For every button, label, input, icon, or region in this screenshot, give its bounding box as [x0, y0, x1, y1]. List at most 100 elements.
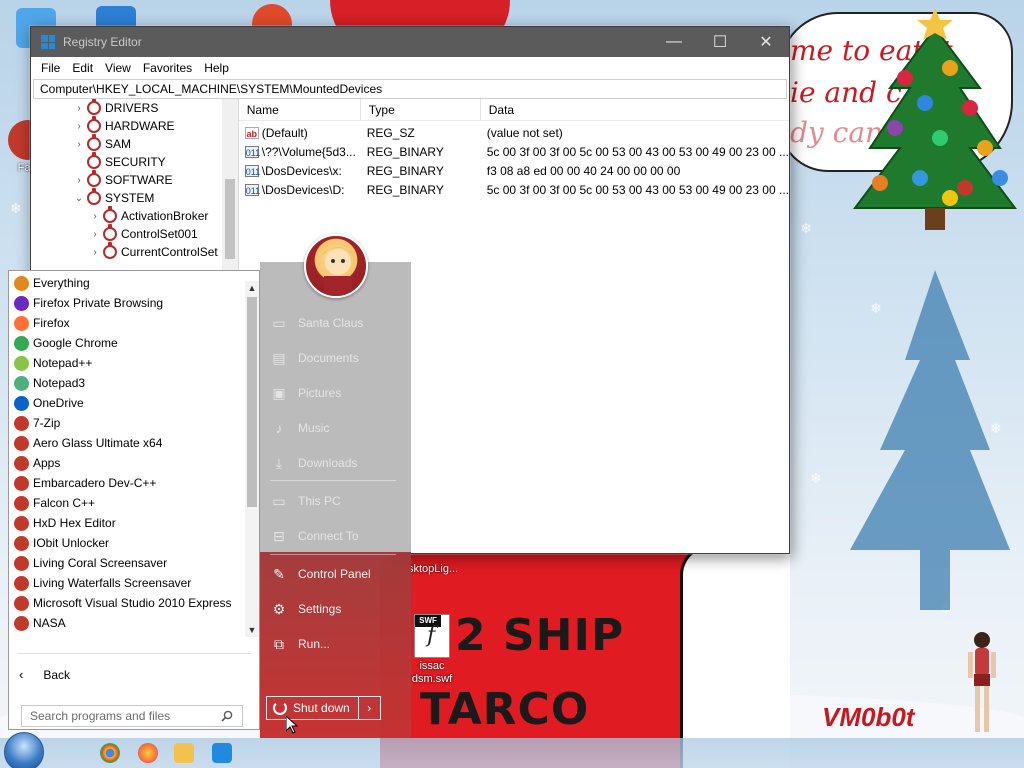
- program-label: Living Waterfalls Screensaver: [33, 576, 192, 590]
- registry-value-row[interactable]: 011 \DosDevices\x: REG_BINARY f3 08 a8 ed 0…: [239, 161, 789, 180]
- program-label: 7-Zip: [33, 416, 61, 430]
- program-item[interactable]: Google Chrome: [9, 333, 245, 353]
- program-item[interactable]: Microsoft Visual Studio 2010 Express: [9, 593, 245, 613]
- tree-node[interactable]: SECURITY: [31, 152, 238, 171]
- program-label: Apps: [33, 456, 61, 470]
- mouse-cursor-icon: [286, 716, 298, 734]
- regedit-taskbar-icon[interactable]: [212, 743, 232, 763]
- search-input[interactable]: Search programs and files: [21, 705, 243, 727]
- start-orb-button[interactable]: [4, 732, 44, 768]
- chrome-icon[interactable]: [100, 743, 120, 763]
- program-item[interactable]: Embarcadero Dev-C++: [9, 473, 245, 493]
- address-bar[interactable]: Computer\HKEY_LOCAL_MACHINE\SYSTEM\Mount…: [33, 79, 787, 99]
- registry-key-icon: [103, 206, 117, 223]
- expand-chevron-icon[interactable]: ›: [89, 211, 101, 222]
- tree-node[interactable]: › SAM: [31, 134, 238, 153]
- shutdown-options-button[interactable]: ›: [358, 696, 381, 720]
- program-item[interactable]: Firefox Private Browsing: [9, 293, 245, 313]
- value-name-cell: 011 \DosDevices\x:: [239, 164, 361, 178]
- file-explorer-icon[interactable]: [174, 743, 194, 763]
- place-item-music[interactable]: ♪ Music: [270, 415, 404, 441]
- tree-node-label: SOFTWARE: [105, 173, 173, 187]
- place-item-settings[interactable]: ⚙ Settings: [270, 596, 404, 622]
- program-item[interactable]: 7-Zip: [9, 413, 245, 433]
- flash-glyph: f: [427, 623, 436, 648]
- expand-chevron-icon[interactable]: ›: [73, 175, 85, 186]
- scroll-up-arrow-icon[interactable]: ▲: [245, 281, 259, 295]
- program-item[interactable]: Everything: [9, 273, 245, 293]
- firefox-icon[interactable]: [138, 743, 158, 763]
- registry-value-row[interactable]: 011 \??\Volume{5d3... REG_BINARY 5c 00 3f 0…: [239, 142, 789, 161]
- registry-value-row[interactable]: 011 \DosDevices\D: REG_BINARY 5c 00 3f 00 3…: [239, 180, 789, 199]
- expand-chevron-icon[interactable]: ›: [89, 247, 101, 258]
- registry-value-row[interactable]: ab (Default) REG_SZ (value not set): [239, 123, 789, 142]
- program-item[interactable]: NASA: [9, 613, 245, 633]
- tree-node[interactable]: › DRIVERS: [31, 99, 238, 117]
- program-label: Google Chrome: [33, 336, 118, 350]
- place-item-pictures[interactable]: ▣ Pictures: [270, 380, 404, 406]
- program-app-icon: [14, 315, 29, 331]
- minimize-button[interactable]: —: [651, 27, 697, 57]
- program-item[interactable]: Notepad++: [9, 353, 245, 373]
- place-item-santa-claus[interactable]: ▭ Santa Claus: [270, 310, 404, 336]
- banner-stripe-decoration: [680, 545, 790, 768]
- expand-chevron-icon[interactable]: ›: [73, 121, 85, 132]
- place-item-connect-to[interactable]: ⊟ Connect To: [270, 523, 404, 549]
- scrollbar-thumb[interactable]: [224, 179, 235, 259]
- programs-scrollbar[interactable]: ▲ ▼: [245, 281, 259, 637]
- program-item[interactable]: Apps: [9, 453, 245, 473]
- column-header-type[interactable]: Type: [361, 99, 481, 120]
- program-item[interactable]: HxD Hex Editor: [9, 513, 245, 533]
- program-item[interactable]: Falcon C++: [9, 493, 245, 513]
- back-button[interactable]: ‹ Back: [19, 667, 70, 682]
- menu-edit[interactable]: Edit: [66, 61, 99, 75]
- menu-file[interactable]: File: [35, 61, 66, 75]
- expand-chevron-icon[interactable]: ›: [89, 229, 101, 240]
- close-button[interactable]: ✕: [743, 27, 789, 57]
- place-item-downloads[interactable]: ⤓ Downloads: [270, 450, 404, 476]
- program-item[interactable]: Notepad3: [9, 373, 245, 393]
- shutdown-button[interactable]: Shut down: [266, 696, 359, 720]
- expand-chevron-icon[interactable]: ›: [73, 103, 85, 114]
- place-item-run[interactable]: ⧉ Run...: [270, 631, 404, 657]
- title-bar[interactable]: Registry Editor — ☐ ✕: [31, 27, 789, 57]
- tree-node[interactable]: › ControlSet001: [31, 224, 238, 243]
- tree-node[interactable]: ⌄ SYSTEM: [31, 188, 238, 207]
- places-divider: [270, 480, 396, 481]
- tree-node[interactable]: › HARDWARE: [31, 116, 238, 135]
- column-header-data[interactable]: Data: [481, 99, 789, 120]
- signature-text: VM0b0t: [822, 702, 915, 732]
- registry-key-icon: [87, 152, 101, 169]
- maximize-button[interactable]: ☐: [697, 27, 743, 57]
- place-item-control-panel[interactable]: ✎ Control Panel: [270, 561, 404, 587]
- program-app-icon: [14, 435, 29, 451]
- tree-node[interactable]: › SOFTWARE: [31, 170, 238, 189]
- expand-chevron-icon[interactable]: ⌄: [73, 193, 85, 204]
- scrollbar-thumb[interactable]: [247, 297, 257, 507]
- menu-view[interactable]: View: [99, 61, 137, 75]
- value-data: f3 08 a8 ed 00 00 40 24 00 00 00 00: [486, 163, 681, 178]
- user-avatar[interactable]: [304, 234, 368, 298]
- value-data: 5c 00 3f 00 3f 00 5c 00 53 00 43 00 53 0…: [486, 144, 789, 159]
- desktop-icon[interactable]: [248, 4, 296, 44]
- program-item[interactable]: Living Coral Screensaver: [9, 553, 245, 573]
- column-header-name[interactable]: Name: [239, 99, 361, 120]
- menu-favorites[interactable]: Favorites: [137, 61, 198, 75]
- place-item-this-pc[interactable]: ▭ This PC: [270, 488, 404, 514]
- scroll-down-arrow-icon[interactable]: ▼: [245, 623, 259, 637]
- places-panel: ▭ Santa Claus ▤ Documents ▣ Pictures ♪ Music ⤓ Do…: [260, 234, 411, 738]
- program-item[interactable]: Living Waterfalls Screensaver: [9, 573, 245, 593]
- menu-help[interactable]: Help: [198, 61, 235, 75]
- place-icon: ⚙: [272, 600, 286, 617]
- program-item[interactable]: Aero Glass Ultimate x64: [9, 433, 245, 453]
- program-item[interactable]: IObit Unlocker: [9, 533, 245, 553]
- shutdown-group: Shut down ›: [266, 696, 381, 720]
- tree-node[interactable]: › CurrentControlSet: [31, 242, 238, 261]
- expand-chevron-icon[interactable]: ›: [73, 139, 85, 150]
- tree-node[interactable]: › ActivationBroker: [31, 206, 238, 225]
- program-item[interactable]: Firefox: [9, 313, 245, 333]
- place-item-documents[interactable]: ▤ Documents: [270, 345, 404, 371]
- program-item[interactable]: OneDrive: [9, 393, 245, 413]
- program-app-icon: [14, 295, 29, 311]
- swf-file-icon[interactable]: SWF f issac dsm.swf: [408, 614, 456, 686]
